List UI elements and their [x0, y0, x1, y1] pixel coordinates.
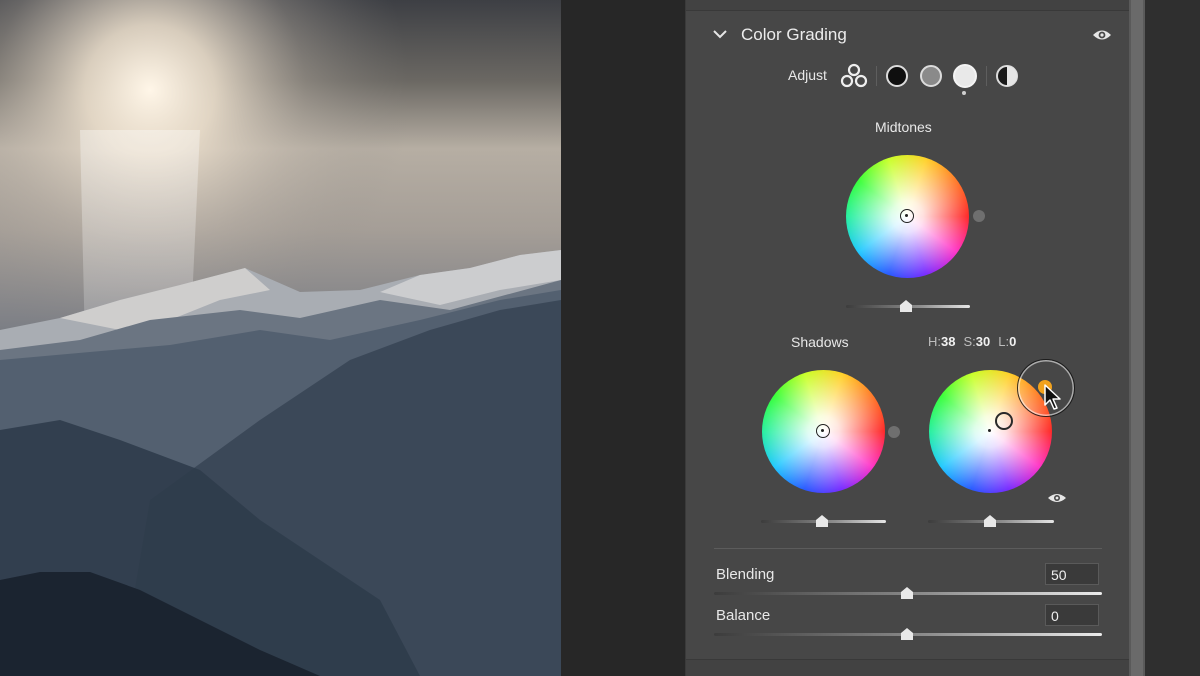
luminance-value: 0 [1009, 334, 1017, 349]
saturation-label: S: [963, 334, 976, 349]
shadows-wheel-handle[interactable] [816, 424, 830, 438]
midtones-slider-thumb[interactable] [899, 300, 913, 312]
saturation-value: 30 [975, 334, 991, 349]
shadows-reset-dot[interactable] [888, 426, 900, 438]
eye-icon[interactable] [1046, 490, 1068, 506]
adjust-separator [986, 66, 987, 86]
panel-top-border [686, 0, 1130, 11]
global-half-circle-icon[interactable] [995, 64, 1019, 88]
balance-label: Balance [716, 607, 771, 624]
highlights-slider-thumb[interactable] [983, 515, 997, 527]
scrollbar-thumb[interactable] [1131, 0, 1143, 676]
shadows-slider-thumb[interactable] [815, 515, 829, 527]
highlights-wheel-center [988, 429, 991, 432]
adjust-separator [876, 66, 877, 86]
hue-value: 38 [941, 334, 956, 349]
blending-label: Blending [716, 566, 775, 583]
midtones-wheel-handle[interactable] [900, 209, 914, 223]
highlights-circle-icon[interactable] [952, 63, 978, 89]
photo-preview [0, 0, 561, 676]
midtones-reset-dot[interactable] [973, 210, 985, 222]
highlights-wheel-handle[interactable] [993, 410, 1015, 432]
balance-value-field[interactable]: 0 [1045, 604, 1099, 626]
shadows-label: Shadows [791, 334, 849, 350]
midtones-label: Midtones [875, 119, 932, 135]
hsl-readout: H:38 S:30 L:0 [928, 334, 1024, 349]
color-grading-panel: Color Grading Adjust Midtones Shadows H:… [685, 0, 1130, 676]
balance-slider-thumb[interactable] [900, 628, 914, 640]
selected-indicator [962, 91, 966, 95]
blending-slider-thumb[interactable] [900, 587, 914, 599]
blending-value-field[interactable]: 50 [1045, 563, 1099, 585]
panel-title[interactable]: Color Grading [741, 25, 847, 45]
midtones-circle-icon[interactable] [919, 64, 943, 88]
chevron-down-icon[interactable] [712, 26, 728, 42]
panel-bottom-border [686, 659, 1130, 676]
right-edge [1145, 0, 1200, 676]
shadows-circle-icon[interactable] [885, 64, 909, 88]
mouse-pointer-icon [1044, 384, 1061, 410]
section-divider [714, 548, 1102, 549]
canvas-gutter [561, 0, 685, 676]
eye-icon[interactable] [1092, 27, 1112, 43]
luminance-label: L: [998, 334, 1010, 349]
adjust-label: Adjust [788, 67, 827, 83]
landscape-image [0, 0, 561, 676]
three-way-icon[interactable] [840, 63, 868, 89]
hue-label: H: [928, 334, 941, 349]
